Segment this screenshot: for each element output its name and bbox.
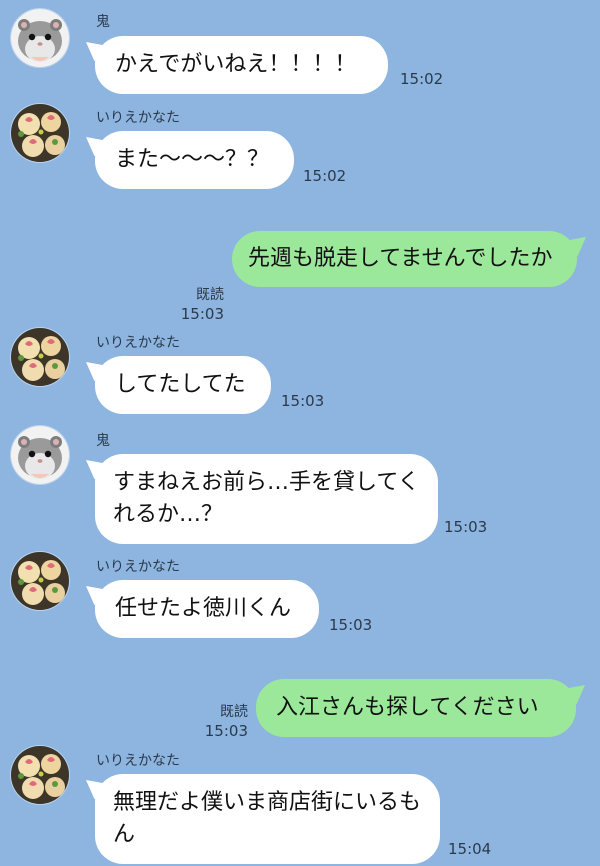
message-bubble[interactable]: 入江さんも探してください: [256, 679, 576, 737]
read-receipt: 既読 15:03: [194, 703, 248, 741]
food-avatar[interactable]: [11, 746, 69, 804]
message-time: 15:03: [180, 305, 224, 323]
hamster-avatar[interactable]: [11, 426, 69, 484]
message-bubble[interactable]: かえでがいねえ！！！！: [95, 36, 388, 94]
message-bubble[interactable]: 先週も脱走してませんでしたか: [232, 231, 577, 287]
message-text: 入江さんも探してください: [276, 695, 539, 720]
message-text: かえでがいねえ！！！！: [115, 52, 357, 77]
sender-name: いりえかなた: [96, 335, 180, 351]
sender-name: 鬼: [96, 14, 110, 30]
read-label: 既読: [196, 287, 224, 303]
message-bubble[interactable]: 無理だよ僕いま商店街にいるもん: [95, 774, 440, 864]
message-text: してたしてた: [115, 372, 246, 397]
food-avatar[interactable]: [11, 104, 69, 162]
sender-name: いりえかなた: [96, 110, 180, 126]
message-bubble[interactable]: また〜〜〜？？: [95, 131, 294, 189]
message-bubble[interactable]: すまねえお前ら…手を貸してくれるか…？: [95, 454, 438, 544]
message-text: また〜〜〜？？: [115, 147, 270, 172]
message-time: 15:03: [204, 722, 248, 740]
message-time: 15:02: [303, 167, 347, 185]
message-text: 任せたよ徳川くん: [115, 596, 292, 621]
message-bubble[interactable]: してたしてた: [95, 356, 271, 414]
food-avatar[interactable]: [11, 328, 69, 386]
message-text: 無理だよ僕いま商店街にいるもん: [113, 790, 422, 847]
sender-name: いりえかなた: [96, 753, 180, 769]
message-text: 先週も脱走してませんでしたか: [248, 246, 553, 271]
sender-name: 鬼: [96, 433, 110, 449]
message-text: すまねえお前ら…手を貸してくれるか…？: [113, 470, 420, 527]
message-time: 15:03: [444, 518, 488, 536]
read-label: 既読: [220, 704, 248, 720]
message-time: 15:02: [400, 70, 444, 88]
read-receipt: 既読 15:03: [170, 286, 224, 324]
sender-name: いりえかなた: [96, 559, 180, 575]
hamster-avatar[interactable]: [11, 9, 69, 67]
message-time: 15:03: [329, 616, 373, 634]
message-time: 15:04: [448, 840, 492, 858]
message-time: 15:03: [281, 392, 325, 410]
message-bubble[interactable]: 任せたよ徳川くん: [95, 580, 319, 638]
food-avatar[interactable]: [11, 552, 69, 610]
